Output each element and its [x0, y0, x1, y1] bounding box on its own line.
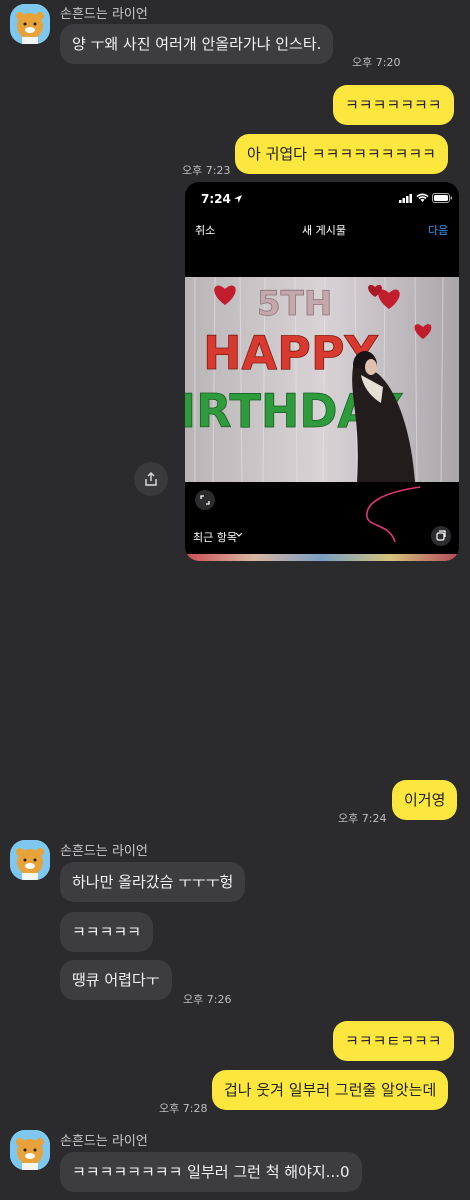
expand-icon[interactable]	[195, 490, 215, 510]
shared-screenshot[interactable]: 7:24 취소 새 게시물 다음 5TH HAPPY IRTHDAY 최근 항목	[185, 182, 459, 561]
message-bubble[interactable]: 양 ㅜ왜 사진 여러개 안올라가냐 인스타.	[60, 24, 334, 64]
share-button[interactable]	[134, 462, 168, 496]
ryan-avatar-icon[interactable]	[10, 840, 50, 880]
message-bubble[interactable]: 겁나 웃겨 일부러 그런줄 알앗는데	[212, 1070, 449, 1110]
timestamp: 오후 7:24	[338, 812, 387, 825]
message-bubble[interactable]: 이거영	[392, 780, 458, 820]
timestamp: 오후 7:20	[352, 56, 401, 69]
ryan-avatar-icon[interactable]	[10, 1130, 50, 1170]
sender-name: 손흔드는 라이언	[60, 7, 148, 22]
balloon-text-row2: HAPPY	[203, 326, 379, 380]
page-title: 새 게시물	[302, 224, 346, 237]
message-bubble[interactable]: ㅋㅋㅋㅋㅋ	[60, 912, 154, 952]
sender-name: 손흔드는 라이언	[60, 1134, 148, 1149]
next-button[interactable]: 다음	[428, 222, 448, 238]
ig-nav-bar: 취소 새 게시물 다음	[185, 214, 459, 244]
wifi-icon	[416, 193, 429, 202]
message-bubble[interactable]: ㅋㅋㅋㅋㅋㅋㅋ	[333, 85, 454, 125]
message-bubble[interactable]: ㅋㅋㅋㅋㅋㅋㅋㅋ 일부러 그런 척 해야지...0	[60, 1152, 362, 1192]
timestamp: 오후 7:28	[159, 1102, 208, 1115]
gallery-thumbnails-strip	[185, 554, 459, 561]
message-bubble[interactable]: 하나만 올라갔슴 ㅜㅜㅜ헝	[60, 862, 246, 902]
timestamp: 오후 7:23	[182, 164, 231, 177]
multi-select-icon[interactable]	[431, 526, 451, 546]
sender-name: 손흔드는 라이언	[60, 844, 148, 859]
location-arrow-icon	[234, 195, 242, 203]
share-icon	[145, 472, 157, 486]
signal-icon	[399, 194, 412, 203]
message-bubble[interactable]: ㅋㅋㅋㅌㅋㅋㅋ	[333, 1021, 454, 1061]
balloon-text-row1: 5TH	[257, 284, 332, 324]
cancel-button[interactable]: 취소	[195, 222, 215, 238]
message-bubble[interactable]: 아 귀엽다 ㅋㅋㅋㅋㅋㅋㅋㅋㅋ	[235, 134, 448, 174]
ryan-avatar-icon[interactable]	[10, 4, 50, 44]
message-bubble[interactable]: 땡큐 어렵다ㅜ	[60, 960, 172, 1000]
pink-scribble	[366, 486, 421, 542]
battery-icon	[432, 193, 452, 203]
birthday-photo: 5TH HAPPY IRTHDAY	[185, 277, 459, 482]
timestamp: 오후 7:26	[183, 993, 232, 1006]
status-clock: 7:24	[201, 192, 231, 206]
recent-items-label[interactable]: 최근 항목	[193, 529, 237, 545]
chevron-down-icon	[235, 532, 243, 537]
status-bar: 7:24	[185, 182, 459, 214]
